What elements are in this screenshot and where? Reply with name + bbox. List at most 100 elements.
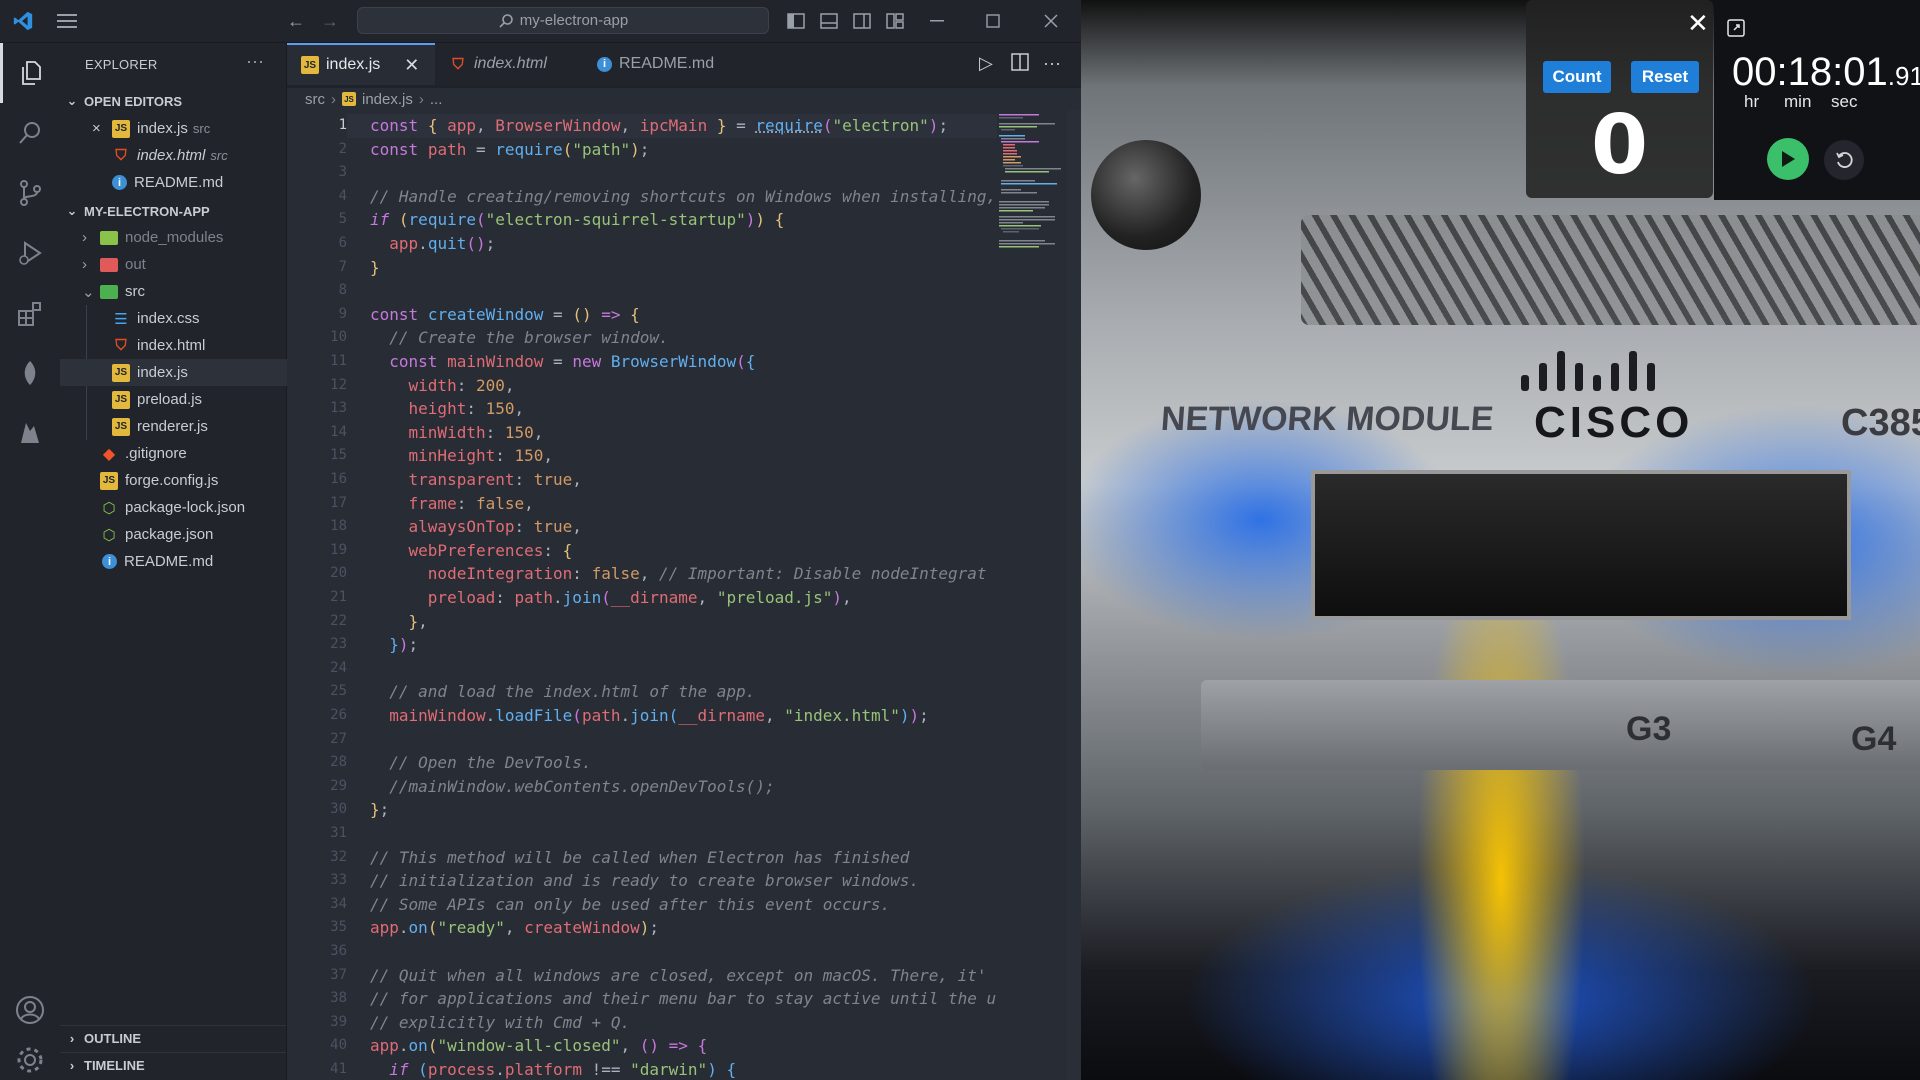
toggle-panel-icon[interactable]: [816, 8, 842, 34]
reset-stopwatch-button[interactable]: [1824, 140, 1864, 180]
tree-item-out[interactable]: › out: [60, 251, 308, 278]
line-number: 2: [295, 138, 347, 162]
close-icon[interactable]: ×: [92, 120, 112, 137]
tab-readme[interactable]: i README.md: [583, 43, 733, 85]
reset-button[interactable]: Reset: [1631, 61, 1699, 93]
toggle-primary-sidebar-icon[interactable]: [783, 8, 809, 34]
close-icon[interactable]: ✕: [1687, 8, 1709, 39]
settings-gear-icon[interactable]: [0, 1030, 60, 1080]
line-number: 16: [295, 468, 347, 492]
line-number: 13: [295, 397, 347, 421]
explorer-icon[interactable]: [0, 43, 60, 103]
customize-layout-icon[interactable]: [882, 8, 908, 34]
run-debug-icon[interactable]: [0, 223, 60, 283]
reset-icon: [1834, 150, 1854, 170]
git-icon: ◆: [100, 445, 118, 463]
code-line: preload: path.join(__dirname, "preload.j…: [370, 586, 852, 610]
line-number: 37: [295, 964, 347, 988]
tab-index-js[interactable]: JS index.js ✕: [287, 43, 435, 85]
line-number: 19: [295, 539, 347, 563]
code-line: webPreferences: {: [370, 539, 572, 563]
tab-index-html[interactable]: ⛉ index.html: [435, 43, 583, 85]
folder-icon: [100, 258, 118, 272]
open-editor-item[interactable]: × JS index.js src: [60, 115, 318, 142]
maximize-icon[interactable]: [980, 8, 1006, 34]
count-button[interactable]: Count: [1543, 61, 1611, 93]
toggle-secondary-sidebar-icon[interactable]: [849, 8, 875, 34]
code-line: const createWindow = () => {: [370, 303, 640, 327]
project-header[interactable]: ⌄ MY-ELECTRON-APP: [60, 199, 286, 223]
open-editors-header[interactable]: ⌄ OPEN EDITORS: [60, 89, 286, 113]
close-icon[interactable]: ✕: [404, 55, 419, 76]
vent-grille: [1301, 215, 1920, 325]
open-editor-hint: src: [210, 148, 227, 163]
code-line: // explicitly with Cmd + Q.: [370, 1011, 630, 1035]
code-line: app.on("ready", createWindow);: [370, 916, 659, 940]
sidebar-title: EXPLORER: [85, 57, 157, 72]
code-line: alwaysOnTop: true,: [370, 515, 582, 539]
timeline-label: TIMELINE: [84, 1058, 145, 1073]
more-actions-icon[interactable]: ···: [1043, 53, 1061, 74]
code-line: frame: false,: [370, 492, 534, 516]
stopwatch-hours: 00: [1732, 50, 1777, 94]
outline-header[interactable]: › OUTLINE: [60, 1025, 286, 1050]
extensions-icon[interactable]: [0, 283, 60, 343]
tree-item-label: node_modules: [125, 229, 223, 246]
expand-icon[interactable]: [1726, 18, 1746, 43]
counter-widget: ✕ Count Reset 0: [1526, 0, 1713, 198]
code-line: // Some APIs can only be used after this…: [370, 893, 890, 917]
run-file-icon[interactable]: ▷: [979, 53, 993, 74]
sfp-slot: [1311, 470, 1851, 620]
tree-item-label: out: [125, 256, 146, 273]
split-editor-icon[interactable]: [1011, 53, 1029, 76]
js-file-icon: JS: [112, 418, 130, 436]
tab-label: index.js: [326, 56, 380, 74]
firebase-icon[interactable]: [0, 403, 60, 463]
line-number: 14: [295, 421, 347, 445]
line-number: 9: [295, 303, 347, 327]
chevron-down-icon: ⌄: [60, 203, 84, 219]
line-number: 5: [295, 208, 347, 232]
command-center-search[interactable]: my-electron-app: [357, 7, 769, 34]
tree-item-label: index.js: [137, 364, 188, 381]
open-editor-name: index.html: [137, 147, 205, 164]
code-line: // Quit when all windows are closed, exc…: [370, 964, 987, 988]
code-line: },: [370, 610, 428, 634]
back-arrow-icon[interactable]: ←: [283, 8, 309, 34]
line-number: 33: [295, 869, 347, 893]
play-button[interactable]: [1767, 138, 1809, 180]
line-number: 20: [295, 562, 347, 586]
code-line: //mainWindow.webContents.openDevTools();: [370, 775, 775, 799]
search-icon[interactable]: [0, 103, 60, 163]
code-editor[interactable]: 1 2 3 4 5 6 7 8 9 10 11 12 13 14 15 16 17 18 19 20 21 22 23 24 2…: [287, 110, 1081, 1080]
stopwatch-widget: 00:18:01.91 hr min sec: [1714, 0, 1920, 200]
breadcrumb-file[interactable]: index.js: [362, 91, 413, 108]
tree-item-label: forge.config.js: [125, 472, 218, 489]
line-number: 38: [295, 987, 347, 1011]
breadcrumb-symbol[interactable]: ...: [430, 91, 443, 108]
breadcrumb-folder[interactable]: src: [305, 91, 325, 108]
open-editor-name: index.js: [137, 120, 188, 137]
stopwatch-time: 00:18:01.91: [1732, 50, 1920, 95]
chevron-right-icon: ›: [82, 229, 100, 246]
tree-item-src[interactable]: ⌄ src: [60, 278, 308, 305]
line-number: 4: [295, 185, 347, 209]
close-window-icon[interactable]: [1038, 8, 1064, 34]
tree-item-node-modules[interactable]: › node_modules: [60, 224, 308, 251]
forward-arrow-icon[interactable]: →: [317, 8, 343, 34]
line-number: 25: [295, 680, 347, 704]
mongodb-leaf-icon[interactable]: [0, 343, 60, 403]
code-line: width: 200,: [370, 374, 515, 398]
vscode-window: ← → my-electron-app EXPLORER ··· ⌄ OPEN …: [0, 0, 1081, 1080]
more-actions-icon[interactable]: ···: [246, 51, 264, 72]
nodejs-icon: ⬡: [100, 499, 118, 517]
minimize-icon[interactable]: [924, 8, 950, 34]
menu-icon[interactable]: [54, 8, 80, 34]
timeline-header[interactable]: › TIMELINE: [60, 1052, 286, 1077]
source-control-icon[interactable]: [0, 163, 60, 223]
editor-scrollbar[interactable]: [1067, 110, 1081, 1080]
port-rail: [1201, 680, 1920, 770]
vscode-logo-icon: [10, 8, 36, 34]
minimap[interactable]: [997, 110, 1067, 270]
title-bar: ← → my-electron-app: [0, 0, 1081, 43]
